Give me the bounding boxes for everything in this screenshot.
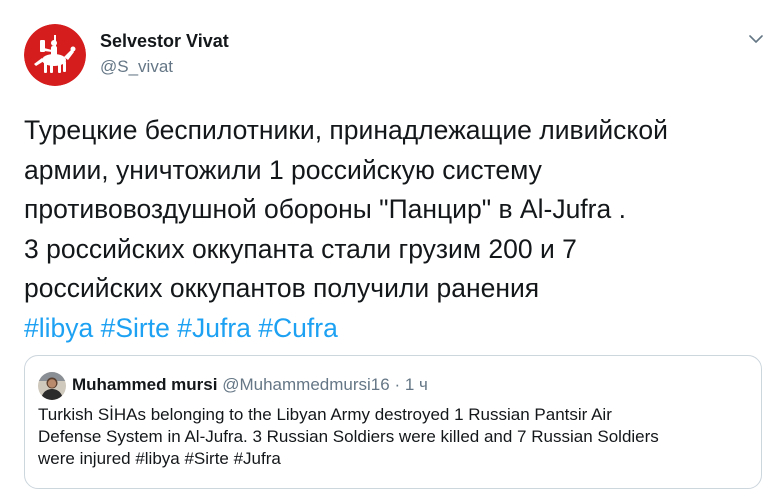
quoted-text: Turkish SİHAs belonging to the Libyan Ar… [38,404,748,470]
quoted-author-handle: @Muhammedmursi16 [222,375,390,394]
separator-dot: · [394,375,401,394]
author-name[interactable]: Selvestor Vivat [100,31,229,52]
hashtag-list: #libya #Sirte #Jufra #Cufra [24,313,338,343]
quoted-timestamp: 1 ч [404,375,428,394]
quoted-tweet[interactable]: Muhammed mursi @Muhammedmursi16 · 1 ч Tu… [24,355,762,489]
tweet-line: российских оккупантов получили ранения [24,273,540,304]
quoted-header: Muhammed mursi @Muhammedmursi16 · 1 ч [72,375,428,395]
author-handle[interactable]: @S_vivat [100,57,173,77]
hashtag-link[interactable]: #Cufra [258,313,338,343]
quoted-line: were injured #libya #Sirte #Jufra [38,449,281,468]
tweet-line: армии, уничтожили 1 российскую систему [24,154,542,185]
author-avatar[interactable] [24,24,86,86]
tweet-line: 3 российских оккупанта стали грузим 200 … [24,233,577,264]
tweet-text: Турецкие беспилотники, принадлежащие лив… [24,111,764,349]
quoted-line: Turkish SİHAs belonging to the Libyan Ar… [38,405,612,424]
hashtag-link[interactable]: #libya [24,313,93,343]
quoted-author-avatar [38,372,66,400]
pahonia-emblem-icon [24,24,86,86]
tweet-line: Турецкие беспилотники, принадлежащие лив… [24,115,668,145]
quoted-author-name: Muhammed mursi [72,375,218,394]
chevron-down-icon[interactable] [748,32,764,44]
tweet-card: Selvestor Vivat @S_vivat Турецкие беспил… [0,0,784,504]
hashtag-link[interactable]: #Jufra [177,313,251,343]
person-photo-icon [38,372,66,400]
quoted-line: Defense System in Al-Jufra. 3 Russian So… [38,427,659,446]
tweet-line: противовоздушной обороны "Панцир" в Al-J… [24,194,626,225]
hashtag-link[interactable]: #Sirte [101,313,170,343]
